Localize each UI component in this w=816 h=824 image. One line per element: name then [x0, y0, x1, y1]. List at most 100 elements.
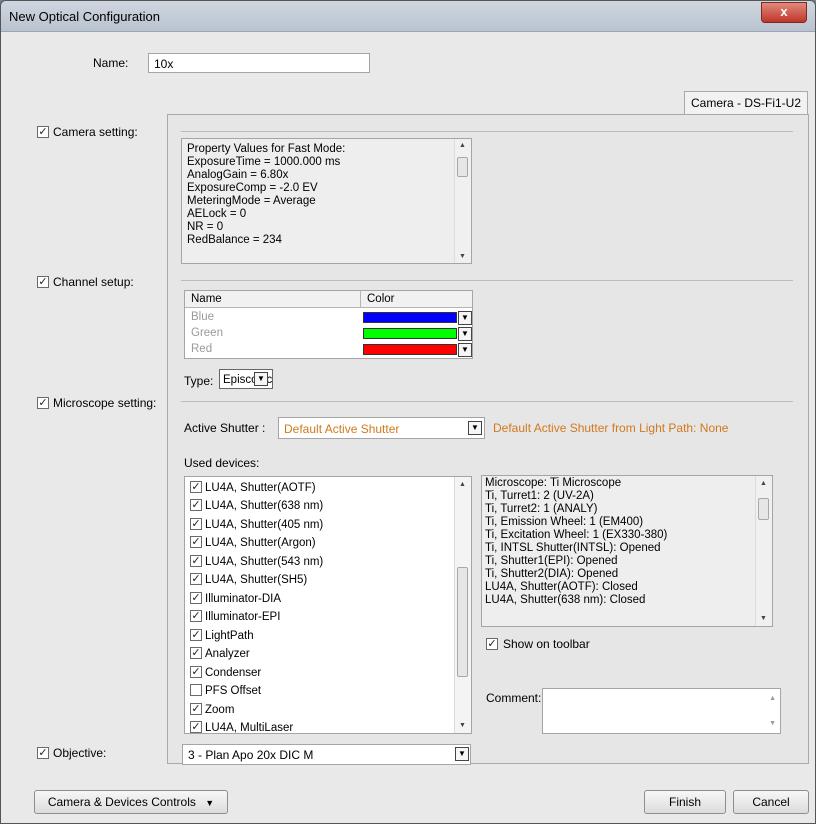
camera-setting-checkbox[interactable]: ✓: [37, 126, 49, 138]
microscope-info-line: Microscope: Ti Microscope: [485, 477, 622, 489]
list-item[interactable]: ✓ LU4A, Shutter(AOTF): [190, 479, 316, 497]
device-checkbox[interactable]: ✓: [190, 665, 202, 678]
device-checkbox[interactable]: [190, 683, 202, 696]
finish-button[interactable]: Finish: [644, 790, 726, 814]
scroll-down-icon[interactable]: ▼: [760, 615, 767, 622]
device-checkbox[interactable]: ✓: [190, 720, 202, 733]
microscope-setting-checkbox[interactable]: ✓: [37, 397, 49, 409]
device-checkbox[interactable]: ✓: [190, 702, 202, 715]
list-item[interactable]: PFS Offset: [190, 682, 261, 700]
microscope-info-line: LU4A, Shutter(638 nm): Closed: [485, 594, 646, 606]
chevron-down-icon[interactable]: ▼: [458, 327, 472, 341]
color-swatch-red[interactable]: [363, 344, 457, 355]
chevron-down-icon[interactable]: ▼: [455, 747, 469, 761]
comment-textarea[interactable]: ▲ ▼: [542, 688, 781, 734]
camera-prop-line: ExposureTime = 1000.000 ms: [187, 156, 341, 168]
list-item[interactable]: ✓ Condenser: [190, 664, 261, 682]
device-checkbox[interactable]: ✓: [190, 517, 202, 530]
scroll-up-icon[interactable]: ▲: [459, 142, 466, 149]
chevron-down-icon[interactable]: ▼: [254, 372, 268, 386]
device-checkbox[interactable]: ✓: [190, 591, 202, 604]
cancel-button[interactable]: Cancel: [733, 790, 809, 814]
name-label: Name:: [93, 56, 129, 70]
column-divider: [360, 291, 361, 307]
list-item[interactable]: ✓ LU4A, Shutter(SH5): [190, 571, 307, 589]
camera-prop-line: MeteringMode = Average: [187, 195, 316, 207]
active-shutter-select[interactable]: Default Active Shutter: [278, 417, 485, 439]
scroll-down-icon[interactable]: ▼: [459, 253, 466, 260]
scroll-thumb[interactable]: [457, 567, 468, 677]
table-row[interactable]: Red ▼: [185, 343, 472, 357]
objective-select[interactable]: 3 - Plan Apo 20x DIC M: [182, 744, 471, 765]
camera-devices-controls-button[interactable]: Camera & Devices Controls ▼: [34, 790, 228, 814]
camera-prop-line: NR = 0: [187, 221, 224, 233]
list-item[interactable]: ✓ Zoom: [190, 701, 234, 719]
window-title: New Optical Configuration: [9, 9, 161, 24]
scroll-up-icon[interactable]: ▲: [760, 480, 767, 487]
scroll-thumb[interactable]: [758, 498, 769, 520]
tab-camera[interactable]: Camera - DS-Fi1-U2: [684, 91, 808, 115]
device-checkbox[interactable]: ✓: [190, 646, 202, 659]
camera-prop-line: ExposureComp = -2.0 EV: [187, 182, 318, 194]
microscope-info-scrollbar[interactable]: ▲ ▼: [755, 476, 772, 626]
microscope-info-line: Ti, Turret2: 1 (ANALY): [485, 503, 598, 515]
divider: [181, 131, 793, 132]
microscope-info-line: Ti, Turret1: 2 (UV-2A): [485, 490, 594, 502]
show-toolbar-checkbox[interactable]: ✓: [486, 638, 498, 650]
device-label: LU4A, Shutter(638 nm): [205, 500, 324, 512]
chevron-down-icon[interactable]: ▼: [458, 343, 472, 357]
list-item[interactable]: ✓ LU4A, Shutter(405 nm): [190, 516, 323, 534]
list-item[interactable]: ✓ Illuminator-EPI: [190, 608, 280, 626]
devices-scrollbar[interactable]: ▲ ▼: [454, 477, 471, 733]
used-devices-list[interactable]: ✓ LU4A, Shutter(AOTF) ✓ LU4A, Shutter(638 …: [184, 476, 472, 734]
scroll-down-icon[interactable]: ▼: [459, 722, 466, 729]
microscope-info-line: Ti, Shutter1(EPI): Opened: [485, 555, 618, 567]
camera-prop-line: AnalogGain = 6.80x: [187, 169, 289, 181]
table-row[interactable]: Blue ▼: [185, 311, 472, 325]
device-checkbox[interactable]: ✓: [190, 609, 202, 622]
device-checkbox[interactable]: ✓: [190, 572, 202, 585]
close-button[interactable]: x: [761, 2, 807, 23]
scroll-up-icon[interactable]: ▲: [459, 481, 466, 488]
list-item[interactable]: ✓ Analyzer: [190, 645, 250, 663]
channel-setup-checkbox[interactable]: ✓: [37, 276, 49, 288]
camera-properties-scrollbar[interactable]: ▲ ▼: [454, 139, 471, 263]
dialog-window: New Optical Configuration x Name: 10x Ca…: [0, 0, 816, 824]
list-item[interactable]: ✓ Illuminator-DIA: [190, 590, 281, 608]
list-item[interactable]: ✓ LightPath: [190, 627, 254, 645]
used-devices-label: Used devices:: [184, 456, 260, 470]
channel-name: Blue: [191, 311, 215, 323]
chevron-down-icon[interactable]: ▼: [458, 311, 472, 325]
scroll-down-icon[interactable]: ▼: [769, 720, 776, 727]
active-shutter-value: Default Active Shutter: [284, 422, 400, 436]
microscope-info-box[interactable]: Microscope: Ti Microscope Ti, Turret1: 2…: [481, 475, 773, 627]
list-item[interactable]: ✓ LU4A, Shutter(638 nm): [190, 497, 323, 515]
camera-prop-line: AELock = 0: [187, 208, 247, 220]
device-checkbox[interactable]: ✓: [190, 535, 202, 548]
color-swatch-blue[interactable]: [363, 312, 457, 323]
device-label: LU4A, Shutter(AOTF): [205, 482, 316, 494]
color-swatch-green[interactable]: [363, 328, 457, 339]
device-label: Zoom: [205, 704, 235, 716]
objective-checkbox[interactable]: ✓: [37, 747, 49, 759]
table-row[interactable]: Green ▼: [185, 327, 472, 341]
name-input[interactable]: 10x: [148, 53, 370, 73]
list-item[interactable]: ✓ LU4A, Shutter(Argon): [190, 534, 316, 552]
device-checkbox[interactable]: ✓: [190, 498, 202, 511]
scroll-up-icon[interactable]: ▲: [769, 695, 776, 702]
camera-properties-box[interactable]: Property Values for Fast Mode: ExposureT…: [181, 138, 472, 264]
chevron-down-icon[interactable]: ▼: [468, 421, 482, 435]
device-checkbox[interactable]: ✓: [190, 554, 202, 567]
channel-name: Green: [191, 327, 223, 339]
device-label: Illuminator-EPI: [205, 611, 281, 623]
microscope-info-line: Ti, Emission Wheel: 1 (EM400): [485, 516, 644, 528]
divider: [181, 401, 793, 402]
scroll-thumb[interactable]: [457, 157, 468, 177]
list-item[interactable]: ✓ LU4A, MultiLaser: [190, 719, 293, 733]
device-label: LU4A, Shutter(Argon): [205, 537, 316, 549]
device-checkbox[interactable]: ✓: [190, 480, 202, 493]
device-checkbox[interactable]: ✓: [190, 628, 202, 641]
channel-table-header: Name Color: [185, 291, 472, 308]
list-item[interactable]: ✓ LU4A, Shutter(543 nm): [190, 553, 323, 571]
device-label: LU4A, Shutter(SH5): [205, 574, 308, 586]
